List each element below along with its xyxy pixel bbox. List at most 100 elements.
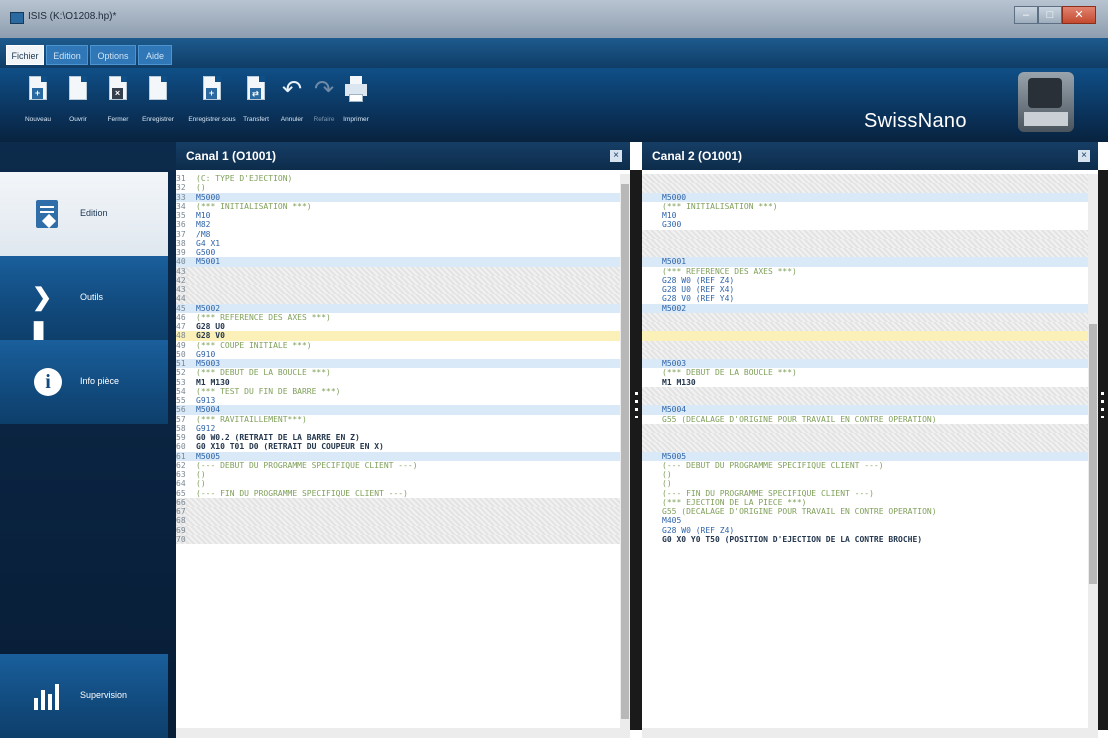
code-line[interactable]: 63 () xyxy=(176,470,620,479)
code-line[interactable]: 61 M5005 xyxy=(176,451,620,461)
code-line[interactable] xyxy=(642,174,1088,184)
channel-2-horizontal-scrollbar[interactable] xyxy=(642,728,1098,738)
code-line[interactable]: M5003 xyxy=(642,359,1088,369)
code-line[interactable]: 66 xyxy=(176,497,620,507)
save-as-button[interactable]: + Enregistrer sous xyxy=(188,76,236,134)
save-button[interactable]: Enregistrer xyxy=(138,76,178,134)
channel-2-scroll-thumb[interactable] xyxy=(1089,324,1097,584)
sidebar-item-supervision[interactable]: Supervision xyxy=(0,654,168,738)
code-line[interactable]: 43 xyxy=(176,266,620,276)
close-button[interactable]: ✕ xyxy=(1062,6,1096,24)
code-line[interactable] xyxy=(642,183,1088,193)
code-line[interactable]: 47 G28 U0 xyxy=(176,322,620,331)
channel-2-code-editor[interactable]: M5000 (*** INITIALISATION ***) M10 G300 M500… xyxy=(642,174,1088,729)
code-line[interactable]: 55 G913 xyxy=(176,396,620,405)
code-line[interactable]: M1 M130 xyxy=(642,378,1088,387)
code-line[interactable]: M5001 xyxy=(642,257,1088,267)
code-line[interactable]: (--- FIN DU PROGRAMME SPECIFIQUE CLIENT … xyxy=(642,489,1088,498)
code-line[interactable]: G28 W0 (REF Z4) xyxy=(642,526,1088,535)
code-line[interactable]: 39 G500 xyxy=(176,248,620,257)
code-line[interactable]: M5004 xyxy=(642,405,1088,415)
code-line[interactable]: 52 (*** DEBUT DE LA BOUCLE ***) xyxy=(176,368,620,377)
channel-1-code-editor[interactable]: 31 (C: TYPE D'EJECTION) 32 () 33 M5000 34 (*** … xyxy=(176,174,620,729)
close-file-button[interactable]: × Fermer xyxy=(98,76,138,134)
code-line[interactable]: 35 M10 xyxy=(176,211,620,220)
code-line[interactable]: G28 V0 (REF Y4) xyxy=(642,294,1088,303)
tab-aide[interactable]: Aide xyxy=(138,45,172,65)
code-line[interactable]: () xyxy=(642,470,1088,479)
tab-fichier[interactable]: Fichier xyxy=(6,45,44,65)
code-line[interactable] xyxy=(642,442,1088,452)
code-line[interactable]: 42 xyxy=(176,275,620,285)
code-line[interactable]: G55 (DECALAGE D'ORIGINE POUR TRAVAIL EN … xyxy=(642,507,1088,516)
code-line[interactable] xyxy=(642,396,1088,406)
code-line[interactable]: 67 xyxy=(176,507,620,517)
right-edge-splitter[interactable] xyxy=(1098,170,1108,730)
sidebar-item-edition[interactable]: Edition xyxy=(0,172,168,256)
code-line[interactable]: 50 G910 xyxy=(176,350,620,359)
code-line[interactable] xyxy=(642,248,1088,258)
panel-splitter[interactable] xyxy=(630,170,642,730)
code-line[interactable]: 49 (*** COUPE INITIALE ***) xyxy=(176,341,620,350)
code-line[interactable] xyxy=(642,229,1088,239)
code-line[interactable]: 54 (*** TEST DU FIN DE BARRE ***) xyxy=(176,387,620,396)
code-line[interactable]: (*** REFERENCE DES AXES ***) xyxy=(642,267,1088,276)
code-line[interactable]: G55 (DECALAGE D'ORIGINE POUR TRAVAIL EN … xyxy=(642,415,1088,424)
code-line[interactable]: 44 xyxy=(176,294,620,304)
code-line[interactable]: M10 xyxy=(642,211,1088,220)
code-line[interactable]: (*** EJECTION DE LA PIECE ***) xyxy=(642,498,1088,507)
code-line[interactable]: 48 G28 V0 xyxy=(176,331,620,341)
open-button[interactable]: Ouvrir xyxy=(58,76,98,134)
channel-1-close-icon[interactable]: × xyxy=(610,150,622,162)
code-line[interactable]: 69 xyxy=(176,525,620,535)
channel-1-horizontal-scrollbar[interactable] xyxy=(176,728,630,738)
code-line[interactable] xyxy=(642,423,1088,433)
channel-1-vertical-scrollbar[interactable] xyxy=(620,174,630,729)
code-line[interactable]: 59 G0 W0.2 (RETRAIT DE LA BARRE EN Z) xyxy=(176,433,620,442)
code-line[interactable]: 37/M8 xyxy=(176,230,620,239)
code-line[interactable]: M5000 xyxy=(642,192,1088,202)
code-line[interactable]: 68 xyxy=(176,516,620,526)
code-line[interactable]: 31 (C: TYPE D'EJECTION) xyxy=(176,174,620,183)
channel-2-close-icon[interactable]: × xyxy=(1078,150,1090,162)
code-line[interactable]: 65 (--- FIN DU PROGRAMME SPECIFIQUE CLIEN… xyxy=(176,489,620,498)
code-line[interactable]: 57 (*** RAVITAILLEMENT***) xyxy=(176,415,620,424)
code-line[interactable] xyxy=(642,331,1088,341)
print-button[interactable]: Imprimer xyxy=(336,76,376,134)
code-line[interactable]: (*** DEBUT DE LA BOUCLE ***) xyxy=(642,368,1088,377)
code-line[interactable] xyxy=(642,433,1088,443)
code-line[interactable]: 34 (*** INITIALISATION ***) xyxy=(176,202,620,211)
code-line[interactable] xyxy=(642,340,1088,350)
code-line[interactable]: 40 M5001 xyxy=(176,257,620,267)
code-line[interactable]: 56 M5004 xyxy=(176,405,620,415)
code-line[interactable]: G0 X0 Y0 T50 (POSITION D'EJECTION DE LA … xyxy=(642,535,1088,544)
code-line[interactable]: 38 G4 X1 xyxy=(176,239,620,248)
code-line[interactable]: (*** INITIALISATION ***) xyxy=(642,202,1088,211)
transfer-button[interactable]: ⇄ Transfert xyxy=(236,76,276,134)
code-line[interactable]: (--- DEBUT DU PROGRAMME SPECIFIQUE CLIEN… xyxy=(642,461,1088,470)
code-line[interactable]: M5005 xyxy=(642,451,1088,461)
code-line[interactable]: 43 xyxy=(176,285,620,295)
code-line[interactable] xyxy=(642,238,1088,248)
code-line[interactable] xyxy=(642,349,1088,359)
code-line[interactable]: 64 () xyxy=(176,479,620,488)
code-line[interactable]: G28 U0 (REF X4) xyxy=(642,285,1088,294)
sidebar-item-info-piece[interactable]: i Info pièce xyxy=(0,340,168,424)
code-line[interactable]: 45 M5002 xyxy=(176,303,620,313)
code-line[interactable]: 51 M5003 xyxy=(176,359,620,369)
code-line[interactable]: 62 (--- DEBUT DU PROGRAMME SPECIFIQUE CLI… xyxy=(176,461,620,470)
code-line[interactable]: 33 M5000 xyxy=(176,192,620,202)
code-line[interactable] xyxy=(642,386,1088,396)
code-line[interactable]: G28 W0 (REF Z4) xyxy=(642,276,1088,285)
code-line[interactable]: 58 G912 xyxy=(176,424,620,433)
code-line[interactable]: M405 xyxy=(642,516,1088,525)
code-line[interactable]: 53 M1 M130 xyxy=(176,378,620,387)
code-line[interactable]: 46 (*** REFERENCE DES AXES ***) xyxy=(176,313,620,322)
channel-2-vertical-scrollbar[interactable] xyxy=(1088,174,1098,729)
code-line[interactable]: 60 G0 X10 T01 D0 (RETRAIT DU COUPEUR EN X… xyxy=(176,442,620,451)
code-line[interactable]: G300 xyxy=(642,220,1088,229)
maximize-button[interactable]: □ xyxy=(1038,6,1062,24)
code-line[interactable]: M5002 xyxy=(642,303,1088,313)
tab-edition[interactable]: Edition xyxy=(46,45,88,65)
code-line[interactable]: 32 () xyxy=(176,183,620,192)
